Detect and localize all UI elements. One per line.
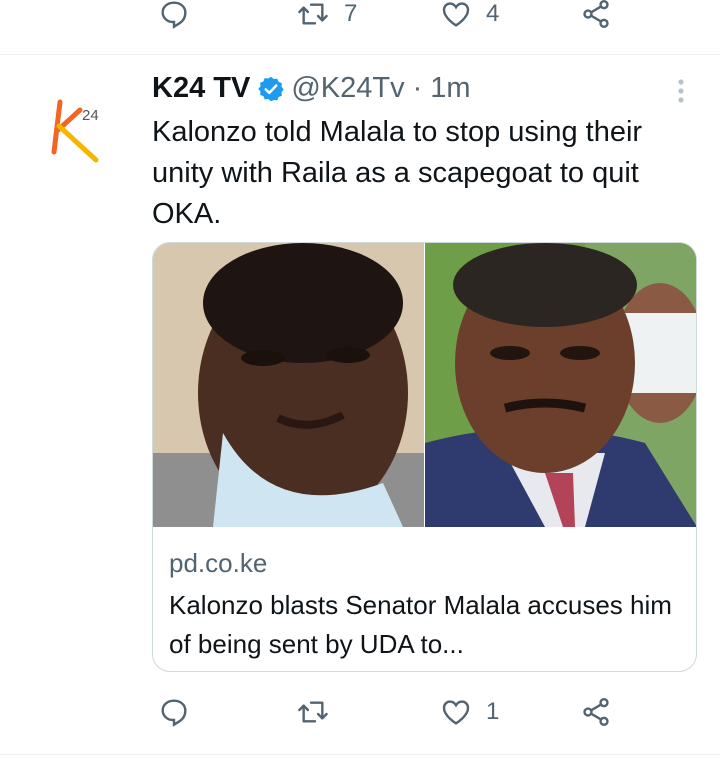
k24-logo-icon: 24 xyxy=(51,99,99,163)
verified-badge-icon xyxy=(258,76,285,101)
card-image xyxy=(153,243,696,527)
like-button[interactable]: 1 xyxy=(440,696,499,728)
more-options-icon xyxy=(678,79,684,103)
share-icon xyxy=(583,698,609,726)
retweet-button[interactable] xyxy=(296,696,344,728)
like-button[interactable]: 4 xyxy=(440,0,499,30)
avatar[interactable]: 24 xyxy=(46,96,112,166)
previous-tweet-actions: 7 4 xyxy=(0,0,720,40)
heart-icon xyxy=(442,700,470,725)
retweet-count: 7 xyxy=(344,0,358,27)
share-button[interactable] xyxy=(580,0,612,30)
retweet-icon xyxy=(298,701,328,723)
author-handle[interactable]: @K24Tv xyxy=(291,72,404,105)
reply-button[interactable] xyxy=(158,696,190,728)
header-separator: · xyxy=(412,72,423,104)
tweet-timestamp[interactable]: 1m xyxy=(430,72,470,105)
retweet-icon xyxy=(298,3,328,25)
like-count: 4 xyxy=(486,0,500,27)
like-count: 1 xyxy=(486,698,500,725)
card-domain: pd.co.ke xyxy=(169,548,268,578)
heart-icon xyxy=(442,2,470,27)
tweet-actions: 1 xyxy=(0,692,720,732)
retweet-button[interactable]: 7 xyxy=(296,0,357,30)
reply-icon xyxy=(161,1,187,29)
card-title: Kalonzo blasts Senator Malala accuses hi… xyxy=(169,590,672,659)
more-options-button[interactable] xyxy=(672,78,690,111)
author-name[interactable]: K24 TV xyxy=(152,72,250,105)
reply-button[interactable] xyxy=(158,0,190,30)
card-photo-left xyxy=(153,243,424,527)
tweet-text: Kalonzo told Malala to stop using their … xyxy=(152,116,643,230)
share-icon xyxy=(583,0,609,28)
tweet-header: K24 TV @K24Tv · 1m xyxy=(152,72,471,105)
reply-icon xyxy=(161,699,187,727)
share-button[interactable] xyxy=(580,696,612,728)
tweet-divider-bottom xyxy=(0,754,720,755)
tweet-divider xyxy=(0,54,720,55)
link-card[interactable]: pd.co.ke Kalonzo blasts Senator Malala a… xyxy=(152,242,697,672)
avatar-logo-text: 24 xyxy=(82,107,99,124)
card-photo-right xyxy=(424,243,696,527)
